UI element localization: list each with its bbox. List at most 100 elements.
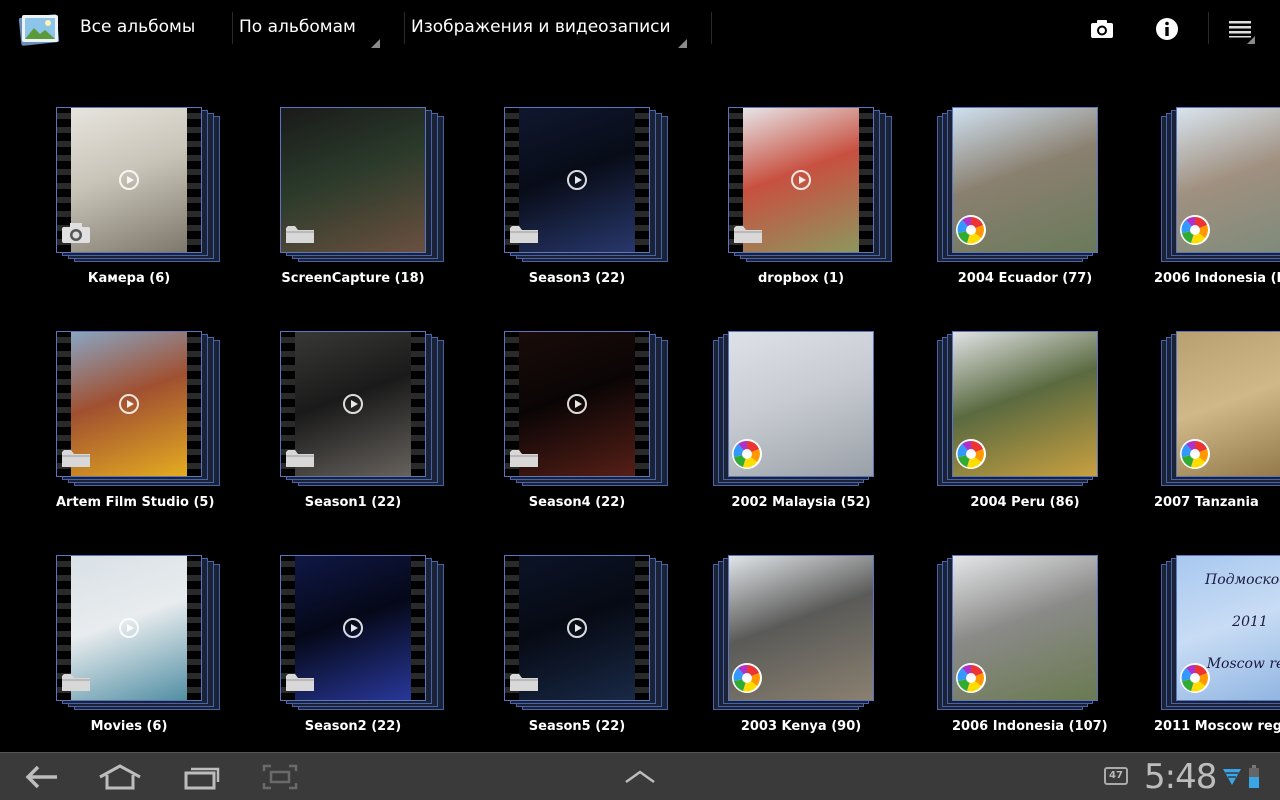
screenshot-button[interactable] [258, 761, 302, 793]
gallery-app-icon[interactable] [16, 10, 62, 48]
back-button[interactable] [20, 761, 64, 793]
album-label: 2006 Indonesia (107) [952, 719, 1108, 734]
album-tile[interactable]: 2002 Malaysia (52) [713, 331, 948, 531]
album-tile[interactable]: Season1 (22) [280, 331, 500, 531]
battery-indicator [1248, 765, 1260, 793]
info-icon [1156, 18, 1178, 40]
album-tile[interactable]: 2004 Ecuador (77) [937, 107, 1172, 307]
recent-apps-icon [184, 767, 220, 790]
filter-label: Изображения и видеозаписи [411, 17, 671, 37]
album-tile[interactable]: Season4 (22) [504, 331, 724, 531]
album-label: Artem Film Studio (5) [56, 495, 215, 510]
album-tile[interactable]: Камера (6) [56, 107, 276, 307]
album-label: 2004 Peru (86) [970, 495, 1080, 510]
folder-icon [61, 672, 91, 696]
album-thumbnail [952, 555, 1098, 701]
album-label: Камера (6) [87, 271, 171, 286]
thumbnail-caption: Подмосковь [1205, 572, 1280, 588]
album-tile[interactable]: Подмосковь2011Moscow reg2011 Moscow reg [1154, 555, 1280, 755]
recent-apps-button[interactable] [180, 761, 224, 793]
play-icon [567, 618, 587, 638]
album-tile[interactable]: 2003 Kenya (90) [713, 555, 948, 755]
group-by-label: По альбомам [239, 17, 356, 37]
spinner-triangle-icon [678, 39, 687, 48]
up-button[interactable] [620, 761, 660, 793]
album-thumbnail [280, 107, 426, 253]
status-clock[interactable]: 5:48 [1144, 757, 1217, 797]
album-label: Movies (6) [90, 719, 168, 734]
chevron-up-icon [625, 770, 655, 784]
album-thumbnail [504, 555, 650, 701]
album-tile[interactable]: 2006 Indonesia (107) [937, 555, 1172, 755]
album-tile[interactable]: Season3 (22) [504, 107, 724, 307]
filter-spinner[interactable]: Изображения и видеозаписи [404, 0, 690, 56]
album-thumbnail [280, 555, 426, 701]
album-label: 2011 Moscow reg [1154, 719, 1280, 734]
album-label: ScreenCapture (18) [281, 271, 425, 286]
album-thumbnail [56, 107, 202, 253]
wifi-icon [1223, 769, 1241, 785]
picasa-icon [955, 438, 987, 474]
picasa-icon [731, 438, 763, 474]
play-icon [343, 394, 363, 414]
album-tile[interactable]: 2006 Indonesia (Pa [1154, 107, 1280, 307]
camera-button[interactable] [1087, 14, 1117, 44]
filmstrip-edge [635, 108, 649, 252]
filmstrip-edge [187, 108, 201, 252]
album-label: Season1 (22) [304, 495, 402, 510]
camera-icon [1091, 20, 1113, 38]
picasa-icon [1179, 214, 1211, 250]
album-thumbnail: Подмосковь2011Moscow reg [1176, 555, 1280, 701]
album-thumbnail [504, 331, 650, 477]
play-icon [567, 394, 587, 414]
play-icon [119, 394, 139, 414]
folder-icon [285, 224, 315, 248]
album-label: Season4 (22) [528, 495, 626, 510]
overflow-menu-button[interactable] [1225, 14, 1255, 44]
album-label: 2003 Kenya (90) [740, 719, 862, 734]
album-label: dropbox (1) [757, 271, 845, 286]
battery-icon [1249, 765, 1259, 788]
screenshot-icon [262, 764, 298, 790]
album-tile[interactable]: ScreenCapture (18) [280, 107, 500, 307]
album-thumbnail [728, 555, 874, 701]
wifi-indicator [1222, 767, 1242, 791]
camera-icon [61, 222, 91, 248]
album-tile[interactable]: Movies (6) [56, 555, 276, 755]
album-tile[interactable]: 2007 Tanzania [1154, 331, 1280, 531]
home-button[interactable] [96, 761, 144, 793]
album-tile[interactable]: Season5 (22) [504, 555, 724, 755]
filmstrip-edge [411, 556, 425, 700]
album-tile[interactable]: 2004 Peru (86) [937, 331, 1172, 531]
play-icon [791, 170, 811, 190]
folder-icon [285, 448, 315, 472]
home-icon [99, 764, 141, 790]
divider [711, 12, 712, 44]
thumbnail-caption: 2011 [1232, 614, 1268, 630]
album-label: 2007 Tanzania [1154, 495, 1259, 510]
play-icon [119, 170, 139, 190]
filmstrip-edge [187, 556, 201, 700]
album-label: Season3 (22) [528, 271, 626, 286]
info-button[interactable] [1152, 14, 1182, 44]
album-label: Season2 (22) [304, 719, 402, 734]
notification-counter[interactable]: 47 [1104, 767, 1128, 785]
album-thumbnail [1176, 331, 1280, 477]
back-icon [25, 765, 57, 789]
album-tile[interactable]: Season2 (22) [280, 555, 500, 755]
filmstrip-edge [187, 332, 201, 476]
group-by-spinner[interactable]: По альбомам [232, 0, 382, 56]
album-tile[interactable]: Artem Film Studio (5) [56, 331, 276, 531]
album-label: Season5 (22) [528, 719, 626, 734]
album-thumbnail [504, 107, 650, 253]
album-thumbnail [728, 331, 874, 477]
album-tile[interactable]: dropbox (1) [728, 107, 948, 307]
play-icon [343, 618, 363, 638]
album-thumbnail [952, 107, 1098, 253]
filmstrip-edge [635, 332, 649, 476]
album-label: 2006 Indonesia (Pa [1154, 271, 1280, 286]
filmstrip-edge [859, 108, 873, 252]
album-thumbnail [280, 331, 426, 477]
album-thumbnail [728, 107, 874, 253]
folder-icon [509, 448, 539, 472]
